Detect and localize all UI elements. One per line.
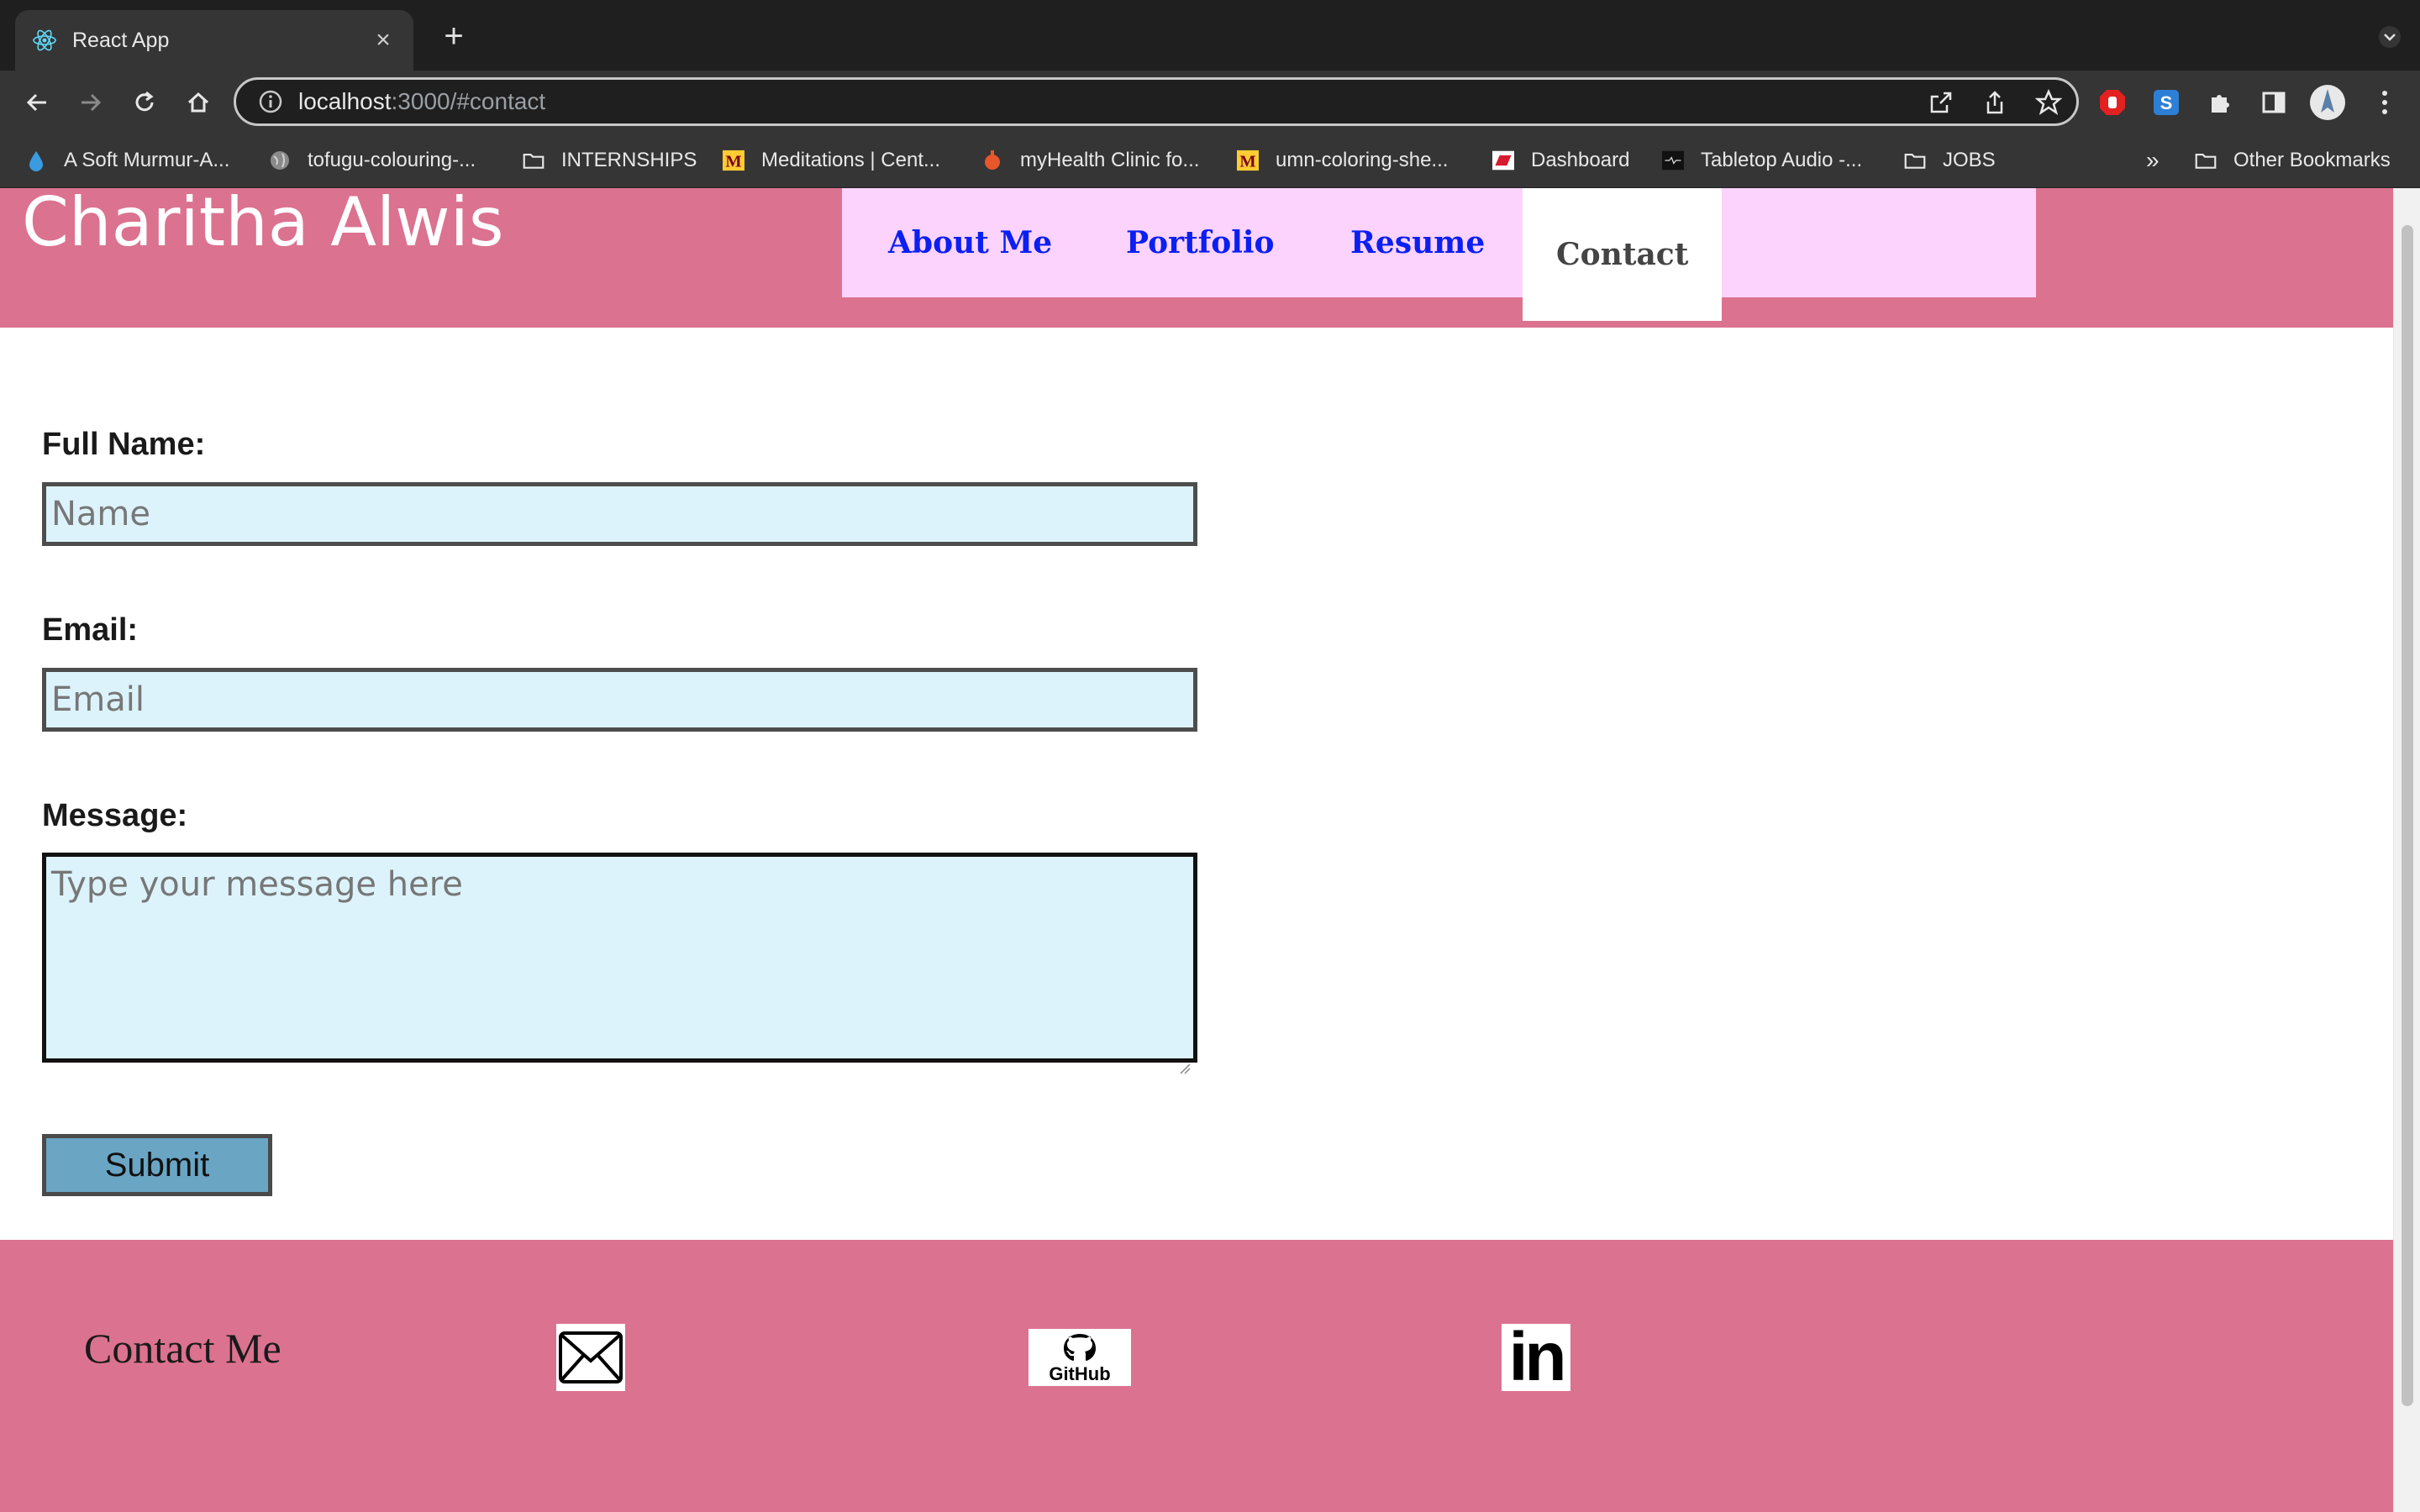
- page-scrollbar[interactable]: [2393, 188, 2420, 1512]
- folder-icon: [523, 150, 544, 171]
- email-input[interactable]: Email: [42, 668, 1197, 732]
- reload-icon[interactable]: [126, 84, 163, 121]
- sidebar-icon[interactable]: [2259, 87, 2289, 118]
- menu-icon[interactable]: [2370, 87, 2400, 118]
- site-footer: Contact Me GitHub in: [0, 1240, 2393, 1512]
- page-viewport: Charitha Alwis About Me Portfolio Resume…: [0, 188, 2420, 1512]
- contact-me-heading: Contact Me: [84, 1325, 281, 1372]
- bookmarks-overflow[interactable]: »: [2146, 144, 2160, 176]
- main-nav: About Me Portfolio Resume Contact: [842, 188, 2036, 321]
- tabletop-audio-icon: [1662, 150, 1684, 171]
- message-label: Message:: [42, 798, 188, 833]
- globe-icon: [269, 150, 291, 171]
- bookmark-item[interactable]: A Soft Murmur-A...: [25, 144, 229, 176]
- browser-toolbar: localhost:3000/#contact S: [0, 71, 2420, 133]
- github-icon[interactable]: GitHub: [1028, 1329, 1131, 1386]
- full-name-label: Full Name:: [42, 427, 206, 462]
- message-textarea[interactable]: Type your message here: [42, 853, 1197, 1074]
- bookmark-item[interactable]: myHealth Clinic fo...: [981, 144, 1199, 176]
- open-external-icon[interactable]: [1925, 87, 1957, 118]
- dashboard-icon: [1492, 150, 1514, 171]
- github-label: GitHub: [1049, 1363, 1111, 1384]
- bookmark-folder[interactable]: INTERNSHIPS: [523, 144, 697, 176]
- browser-tab[interactable]: React App ×: [15, 10, 413, 71]
- mail-icon[interactable]: [556, 1324, 625, 1391]
- share-icon[interactable]: [1979, 87, 2011, 118]
- folder-icon: [2195, 150, 2217, 171]
- svg-text:S: S: [2160, 92, 2173, 113]
- profile-icon[interactable]: [2309, 84, 2346, 121]
- bookmarks-bar: A Soft Murmur-A... tofugu-colouring-... …: [0, 133, 2420, 188]
- bookmark-item[interactable]: M umn-coloring-she...: [1237, 144, 1448, 176]
- message-placeholder: Type your message here: [51, 865, 463, 904]
- umn-logo-icon: M: [723, 150, 744, 171]
- email-label: Email:: [42, 612, 139, 648]
- folder-icon: [1904, 150, 1926, 171]
- info-icon[interactable]: [258, 89, 283, 114]
- nav-portfolio[interactable]: Portfolio: [1126, 188, 1275, 297]
- linkedin-label: in: [1508, 1319, 1567, 1395]
- bookmark-item[interactable]: Dashboard: [1492, 144, 1629, 176]
- tab-strip: React App × +: [0, 0, 2420, 71]
- s-extension-icon[interactable]: S: [2151, 87, 2181, 118]
- url-host: localhost: [298, 88, 392, 114]
- droplet-icon: [25, 150, 47, 171]
- scrollbar-thumb[interactable]: [2402, 225, 2413, 1406]
- resize-grip-icon[interactable]: [1179, 1044, 1191, 1074]
- tab-title: React App: [72, 28, 170, 52]
- svg-text:M: M: [1239, 152, 1255, 171]
- address-bar[interactable]: localhost:3000/#contact: [234, 77, 2079, 126]
- bookmark-item[interactable]: tofugu-colouring-...: [269, 144, 476, 176]
- close-icon[interactable]: ×: [370, 26, 397, 55]
- name-input[interactable]: Name: [42, 482, 1197, 546]
- bookmark-item[interactable]: M Meditations | Cent...: [723, 144, 940, 176]
- site-header: Charitha Alwis About Me Portfolio Resume…: [0, 188, 2393, 328]
- url-path: :3000/#contact: [391, 88, 546, 114]
- nav-contact[interactable]: Contact: [1523, 188, 1723, 321]
- home-icon[interactable]: [180, 84, 217, 121]
- star-icon[interactable]: [2033, 87, 2065, 118]
- linkedin-icon[interactable]: in: [1502, 1319, 1570, 1395]
- omnibox-actions: [1925, 87, 2065, 118]
- umn-logo-icon: M: [1237, 150, 1259, 171]
- bookmark-folder[interactable]: JOBS: [1904, 144, 1996, 176]
- react-icon: [32, 28, 57, 53]
- svg-text:M: M: [725, 152, 741, 171]
- back-icon[interactable]: [18, 84, 55, 121]
- bookmark-item[interactable]: Tabletop Audio -...: [1662, 144, 1862, 176]
- adblock-extension-icon[interactable]: [2097, 87, 2128, 118]
- site-title: Charitha Alwis: [22, 188, 504, 261]
- nav-resume[interactable]: Resume: [1350, 188, 1485, 297]
- nav-about-me[interactable]: About Me: [888, 188, 1052, 297]
- submit-button[interactable]: Submit: [42, 1134, 272, 1196]
- health-icon: [981, 150, 1003, 171]
- forward-icon[interactable]: [72, 84, 109, 121]
- chevron-down-icon[interactable]: [2378, 25, 2402, 49]
- plus-icon[interactable]: +: [437, 19, 471, 54]
- other-bookmarks[interactable]: Other Bookmarks: [2195, 144, 2391, 176]
- extension-icon[interactable]: [2205, 87, 2235, 118]
